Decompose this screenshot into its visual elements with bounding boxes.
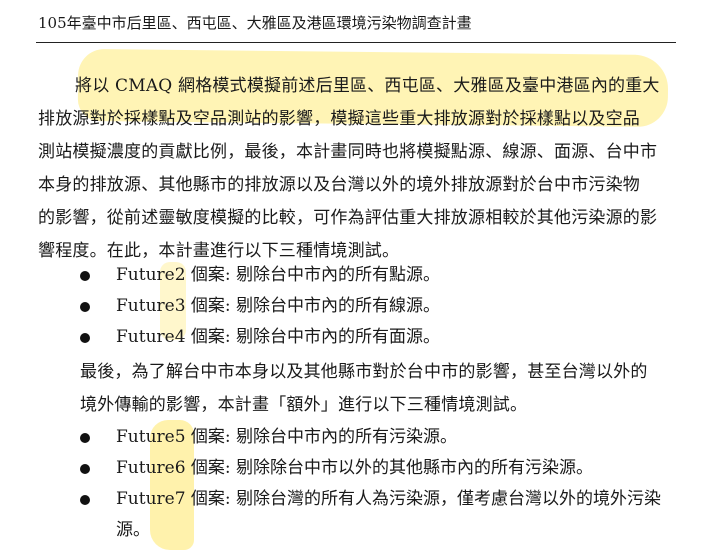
- paragraph-line: 將以 CMAQ 網格模式模擬前述后里區、西屯區、大雅區及臺中港區內的重大: [75, 76, 660, 96]
- bullet-icon: [80, 333, 90, 343]
- list-item-text: Future5 個案: 剔除台中市內的所有污染源。: [116, 427, 458, 447]
- paragraph-line: 的影響，從前述靈敏度模擬的比較，可作為評估重大排放源相較於其他污染源的影: [38, 208, 658, 228]
- bullet-icon: [80, 433, 90, 443]
- list-item-continuation: 源。: [116, 520, 150, 540]
- paragraph-intro: 將以 CMAQ 網格模式模擬前述后里區、西屯區、大雅區及臺中港區內的重大 排放源…: [38, 70, 678, 268]
- bullet-icon: [80, 464, 90, 474]
- bullet-icon: [80, 302, 90, 312]
- header-divider: [36, 42, 676, 43]
- list-item-text: Future6 個案: 剔除除台中市以外的其他縣市內的所有污染源。: [116, 458, 594, 478]
- page-header-title: 105年臺中市后里區、西屯區、大雅區及港區環境污染物調查計畫: [38, 14, 472, 32]
- paragraph-extra: 最後，為了解台中市本身以及其他縣市對於台中市的影響，甚至台灣以外的 境外傳輸的影…: [80, 356, 680, 422]
- list-item-text: Future2 個案: 剔除台中市內的所有點源。: [116, 265, 441, 285]
- bullet-icon: [80, 271, 90, 281]
- paragraph-line: 境外傳輸的影響，本計畫「額外」進行以下三種情境測試。: [80, 395, 528, 415]
- list-item-text: Future7 個案: 剔除台灣的所有人為污染源，僅考慮台灣以外的境外污染: [116, 489, 662, 509]
- list-item-text: Future3 個案: 剔除台中市內的所有線源。: [116, 296, 441, 316]
- paragraph-line: 排放源對於採樣點及空品測站的影響，模擬這些重大排放源對於採樣點以及空品: [38, 109, 640, 129]
- paragraph-line: 最後，為了解台中市本身以及其他縣市對於台中市的影響，甚至台灣以外的: [80, 362, 648, 382]
- paragraph-line: 測站模擬濃度的貢獻比例，最後，本計畫同時也將模擬點源、線源、面源、台中市: [38, 142, 658, 162]
- bullet-icon: [80, 495, 90, 505]
- list-item-text: Future4 個案: 剔除台中市內的所有面源。: [116, 327, 441, 347]
- paragraph-line: 本身的排放源、其他縣市的排放源以及台灣以外的境外排放源對於台中市污染物: [38, 175, 640, 195]
